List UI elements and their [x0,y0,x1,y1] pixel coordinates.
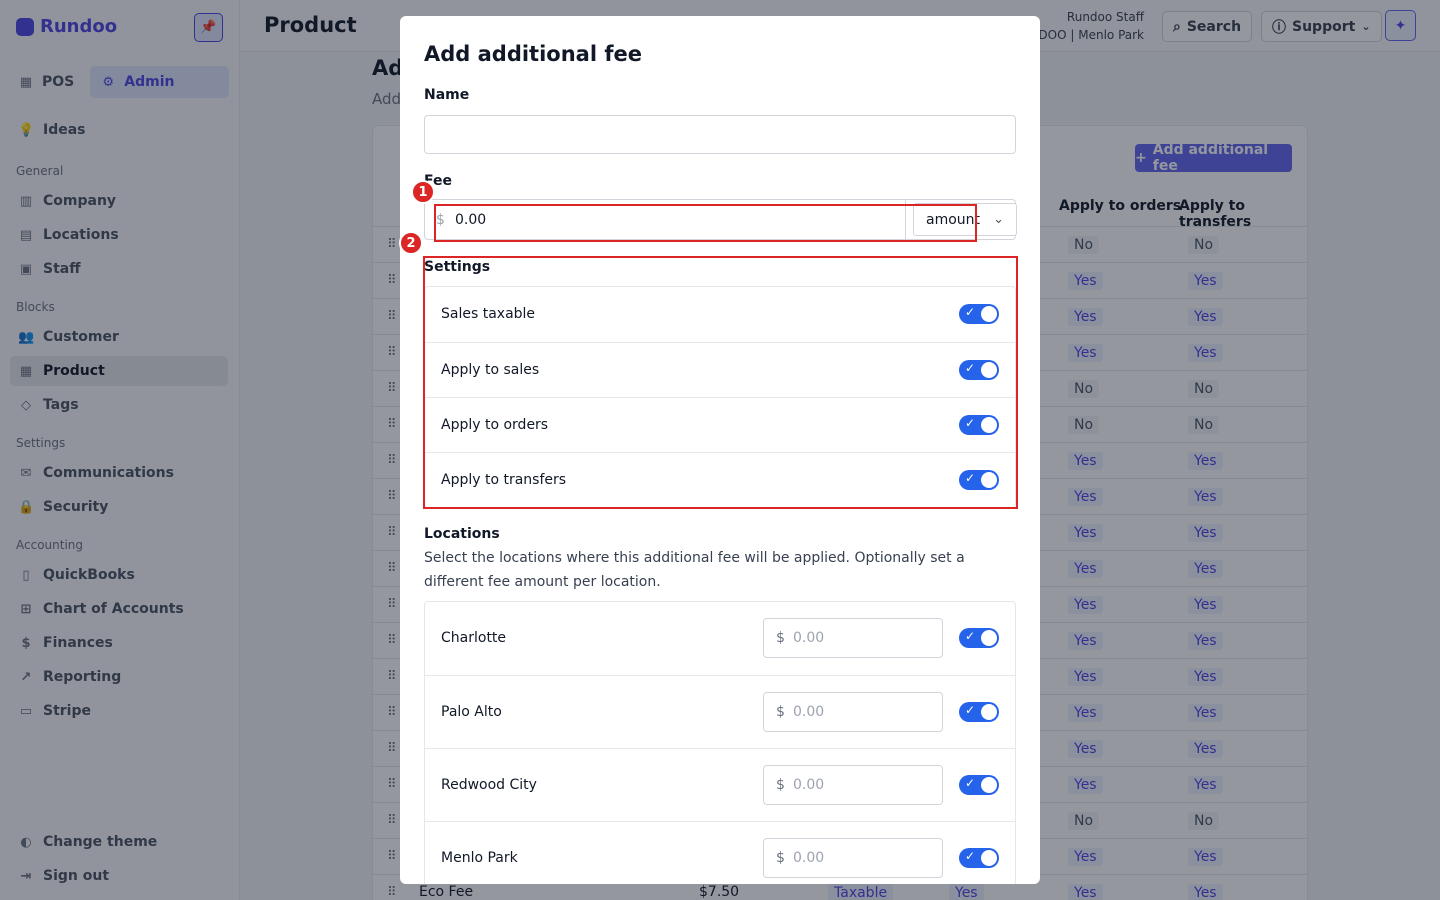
location-name: Menlo Park [441,850,518,866]
currency-prefix: $ [776,704,785,720]
locations-list: Charlotte $0.00 ✓ Palo Alto $0.00 ✓ Redw… [424,601,1016,884]
name-input[interactable] [424,115,1016,154]
location-row-redwood-city: Redwood City $0.00 ✓ [425,748,1015,821]
locations-label: Locations [424,526,500,542]
location-fee-placeholder: 0.00 [793,630,825,646]
location-row-menlo-park: Menlo Park $0.00 ✓ [425,821,1015,884]
location-fee-input[interactable]: $0.00 [763,765,943,805]
name-label: Name [424,87,470,103]
toggle-location-charlotte[interactable]: ✓ [959,628,999,648]
location-name: Palo Alto [441,704,502,720]
check-icon: ✓ [965,849,976,863]
currency-prefix: $ [776,850,785,866]
check-icon: ✓ [965,703,976,717]
location-row-palo-alto: Palo Alto $0.00 ✓ [425,675,1015,748]
toggle-location-palo-alto[interactable]: ✓ [959,702,999,722]
highlight-box-2 [423,256,1018,509]
toggle-location-redwood-city[interactable]: ✓ [959,775,999,795]
location-fee-input[interactable]: $0.00 [763,692,943,732]
locations-description: Select the locations where this addition… [424,550,965,590]
check-icon: ✓ [965,629,976,643]
location-name: Charlotte [441,630,507,646]
location-fee-placeholder: 0.00 [793,704,825,720]
currency-prefix: $ [776,630,785,646]
annotation-marker-1: 1 [411,180,435,204]
location-fee-placeholder: 0.00 [793,850,825,866]
currency-prefix: $ [776,777,785,793]
location-fee-placeholder: 0.00 [793,777,825,793]
annotation-marker-2: 2 [399,231,423,255]
location-fee-input[interactable]: $0.00 [763,618,943,658]
location-name: Redwood City [441,777,537,793]
check-icon: ✓ [965,776,976,790]
modal-title: Add additional fee [424,42,642,66]
chevron-down-icon: ⌄ [993,212,1004,227]
location-fee-input[interactable]: $0.00 [763,838,943,878]
highlight-box-1 [434,204,977,242]
toggle-location-menlo-park[interactable]: ✓ [959,848,999,868]
location-row-charlotte: Charlotte $0.00 ✓ [425,602,1015,675]
